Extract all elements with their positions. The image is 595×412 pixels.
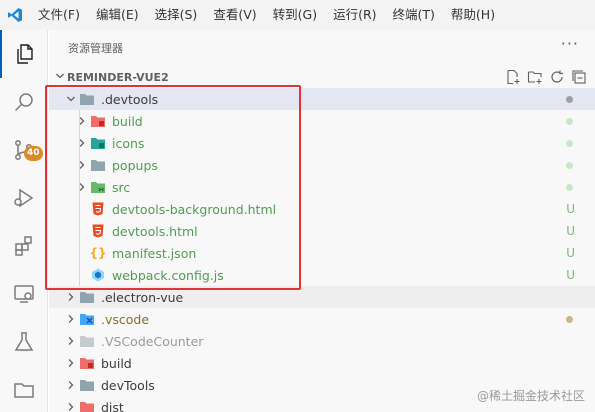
tree-item-label: build bbox=[112, 113, 143, 129]
search-icon[interactable] bbox=[0, 78, 48, 126]
folder-icon[interactable] bbox=[0, 366, 48, 412]
status-dot bbox=[566, 315, 573, 323]
menu-help[interactable]: 帮助(H) bbox=[443, 0, 503, 30]
chevron-right-icon bbox=[63, 311, 79, 327]
tree-folder-devtools[interactable]: .devtools bbox=[49, 88, 595, 110]
menu-bar: 文件(F) 编辑(E) 选择(S) 查看(V) 转到(G) 运行(R) 终端(T… bbox=[0, 0, 595, 30]
src-folder-icon bbox=[90, 179, 106, 195]
testing-flask-icon[interactable] bbox=[0, 318, 48, 366]
folder-icon bbox=[79, 91, 95, 107]
more-actions-button[interactable]: ··· bbox=[561, 34, 579, 53]
watermark: @稀土掘金技术社区 bbox=[476, 389, 585, 403]
tree-file-devtools-background-html[interactable]: devtools-background.html U bbox=[49, 198, 595, 220]
chevron-right-icon bbox=[74, 157, 90, 173]
html5-icon bbox=[90, 201, 106, 217]
tree-folder-electron-vue[interactable]: .electron-vue bbox=[49, 286, 595, 308]
build-folder-icon bbox=[79, 355, 95, 371]
dist-folder-icon bbox=[79, 399, 95, 412]
collapse-all-icon[interactable] bbox=[571, 69, 587, 85]
menu-file[interactable]: 文件(F) bbox=[30, 0, 88, 30]
menu-view[interactable]: 查看(V) bbox=[205, 0, 264, 30]
status-dot bbox=[566, 183, 573, 191]
tree-item-label: devTools bbox=[101, 377, 155, 393]
chevron-right-icon bbox=[74, 135, 90, 151]
new-file-icon[interactable] bbox=[505, 69, 521, 85]
explorer-title: 资源管理器 bbox=[68, 42, 123, 55]
extensions-icon[interactable] bbox=[0, 222, 48, 270]
folder-icon bbox=[90, 157, 106, 173]
folder-icon bbox=[79, 289, 95, 305]
tree-folder-icons[interactable]: icons bbox=[49, 132, 595, 154]
workspace-section-header[interactable]: REMINDER-VUE2 bbox=[49, 66, 595, 88]
vscode-logo-icon[interactable] bbox=[0, 0, 30, 30]
tree-folder-vscode[interactable]: .vscode bbox=[49, 308, 595, 330]
chevron-right-icon bbox=[74, 179, 90, 195]
chevron-right-icon bbox=[63, 289, 79, 305]
status-dot bbox=[566, 161, 573, 169]
folder-icon bbox=[79, 333, 95, 349]
tree-item-label: webpack.config.js bbox=[112, 267, 224, 283]
tree-item-label: .devtools bbox=[101, 91, 159, 107]
tree-item-label: manifest.json bbox=[112, 245, 197, 261]
tree-item-label: dist bbox=[101, 399, 124, 412]
tree-item-label: devtools-background.html bbox=[112, 201, 277, 217]
file-tree: .devtools build icons popups src devtool… bbox=[49, 88, 595, 412]
status-dot bbox=[566, 117, 573, 125]
untracked-status: U bbox=[566, 224, 575, 238]
menu-run[interactable]: 运行(R) bbox=[325, 0, 384, 30]
tree-folder-build[interactable]: build bbox=[49, 110, 595, 132]
webpack-cube-icon bbox=[90, 267, 106, 283]
tree-item-label: popups bbox=[112, 157, 158, 173]
chevron-right-icon bbox=[63, 333, 79, 349]
source-control-badge: 40 bbox=[24, 146, 43, 161]
tree-folder-src[interactable]: src bbox=[49, 176, 595, 198]
tree-item-label: src bbox=[112, 179, 131, 195]
explorer-sidebar: 资源管理器 ··· REMINDER-VUE2 .devtools build … bbox=[49, 30, 595, 412]
tree-file-manifest-json[interactable]: {} manifest.json U bbox=[49, 242, 595, 264]
activity-bar: 40 bbox=[0, 30, 48, 412]
tree-file-devtools-html[interactable]: devtools.html U bbox=[49, 220, 595, 242]
explorer-files-icon[interactable] bbox=[0, 30, 48, 78]
chevron-right-icon bbox=[63, 399, 79, 412]
images-folder-icon bbox=[90, 135, 106, 151]
refresh-icon[interactable] bbox=[549, 69, 565, 85]
chevron-down-icon bbox=[63, 91, 79, 107]
new-folder-icon[interactable] bbox=[527, 69, 543, 85]
source-control-icon[interactable]: 40 bbox=[0, 126, 48, 174]
workspace-title: REMINDER-VUE2 bbox=[67, 70, 169, 84]
tree-item-label: icons bbox=[112, 135, 145, 151]
tree-item-label: .VSCodeCounter bbox=[101, 333, 204, 349]
chevron-right-icon bbox=[74, 113, 90, 129]
untracked-status: U bbox=[566, 202, 575, 216]
build-folder-icon bbox=[90, 113, 106, 129]
tree-folder-popups[interactable]: popups bbox=[49, 154, 595, 176]
folder-icon bbox=[79, 377, 95, 393]
tree-item-label: .electron-vue bbox=[101, 289, 184, 305]
menu-terminal[interactable]: 终端(T) bbox=[385, 0, 443, 30]
chevron-right-icon bbox=[63, 355, 79, 371]
untracked-status: U bbox=[566, 246, 575, 260]
remote-explorer-icon[interactable] bbox=[0, 270, 48, 318]
status-dot bbox=[566, 95, 573, 103]
vscode-folder-icon bbox=[79, 311, 95, 327]
tree-folder-vscodecounter[interactable]: .VSCodeCounter bbox=[49, 330, 595, 352]
chevron-down-icon bbox=[49, 70, 67, 84]
menu-selection[interactable]: 选择(S) bbox=[147, 0, 206, 30]
status-dot bbox=[566, 139, 573, 147]
menu-edit[interactable]: 编辑(E) bbox=[88, 0, 147, 30]
tree-item-label: build bbox=[101, 355, 132, 371]
tree-item-label: .vscode bbox=[101, 311, 150, 327]
tree-folder-build-root[interactable]: build bbox=[49, 352, 595, 374]
run-debug-icon[interactable] bbox=[0, 174, 48, 222]
chevron-right-icon bbox=[63, 377, 79, 393]
tree-item-label: devtools.html bbox=[112, 223, 198, 239]
tree-file-webpack-config-js[interactable]: webpack.config.js U bbox=[49, 264, 595, 286]
untracked-status: U bbox=[566, 268, 575, 282]
html5-icon bbox=[90, 223, 106, 239]
json-braces-icon: {} bbox=[89, 246, 107, 260]
menu-go[interactable]: 转到(G) bbox=[265, 0, 325, 30]
